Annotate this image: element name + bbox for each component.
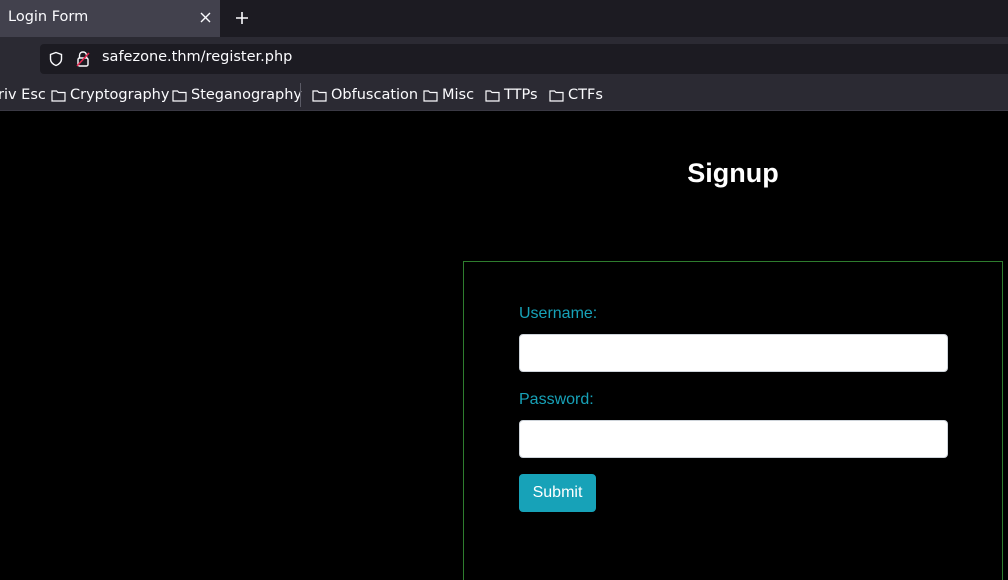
bookmark-label: Cryptography bbox=[70, 87, 170, 103]
bookmark-steganography[interactable]: Steganography bbox=[172, 86, 302, 104]
bookmark-label: Misc bbox=[442, 87, 475, 103]
tab-active[interactable]: Login Form bbox=[0, 0, 220, 37]
close-icon[interactable] bbox=[198, 10, 212, 24]
folder-icon bbox=[312, 89, 327, 102]
username-input[interactable] bbox=[519, 334, 948, 372]
folder-icon bbox=[172, 89, 187, 102]
tab-title: Login Form bbox=[8, 9, 89, 25]
folder-icon bbox=[549, 89, 564, 102]
page-content: Signup Username: Password: Submit bbox=[0, 111, 1008, 580]
url-text[interactable]: safezone.thm/register.php bbox=[102, 49, 292, 65]
folder-icon bbox=[423, 89, 438, 102]
shield-icon[interactable] bbox=[48, 51, 64, 67]
folder-icon bbox=[485, 89, 500, 102]
submit-button[interactable]: Submit bbox=[519, 474, 596, 512]
bookmark-cryptography[interactable]: Cryptography bbox=[51, 86, 169, 104]
bookmark-label: Steganography bbox=[191, 87, 302, 103]
navigation-toolbar: safezone.thm/register.php bbox=[0, 37, 1008, 80]
bookmark-label: CTFs bbox=[568, 87, 603, 103]
page-title: Signup bbox=[687, 158, 779, 188]
username-label: Username: bbox=[519, 305, 598, 322]
bookmark-obfuscation[interactable]: Obfuscation bbox=[312, 86, 418, 104]
bookmark-separator bbox=[300, 83, 301, 107]
bookmark-label: riv Esc bbox=[0, 87, 46, 103]
password-input[interactable] bbox=[519, 420, 948, 458]
bookmarks-toolbar: riv Esc Cryptography Steganography Obfus… bbox=[0, 80, 1008, 111]
folder-icon bbox=[51, 89, 66, 102]
address-bar[interactable]: safezone.thm/register.php bbox=[40, 44, 1008, 74]
signup-form: Username: Password: Submit bbox=[463, 261, 1003, 580]
password-label: Password: bbox=[519, 391, 594, 408]
bookmark-ctfs[interactable]: CTFs bbox=[549, 86, 603, 104]
bookmark-priv-esc[interactable]: riv Esc bbox=[0, 86, 46, 104]
bookmark-label: TTPs bbox=[504, 87, 538, 103]
plus-icon[interactable] bbox=[233, 9, 251, 27]
bookmark-ttps[interactable]: TTPs bbox=[485, 86, 538, 104]
bookmark-misc[interactable]: Misc bbox=[423, 86, 474, 104]
tab-strip: Login Form bbox=[0, 0, 1008, 37]
bookmark-label: Obfuscation bbox=[331, 87, 419, 103]
insecure-lock-icon[interactable] bbox=[75, 50, 91, 68]
